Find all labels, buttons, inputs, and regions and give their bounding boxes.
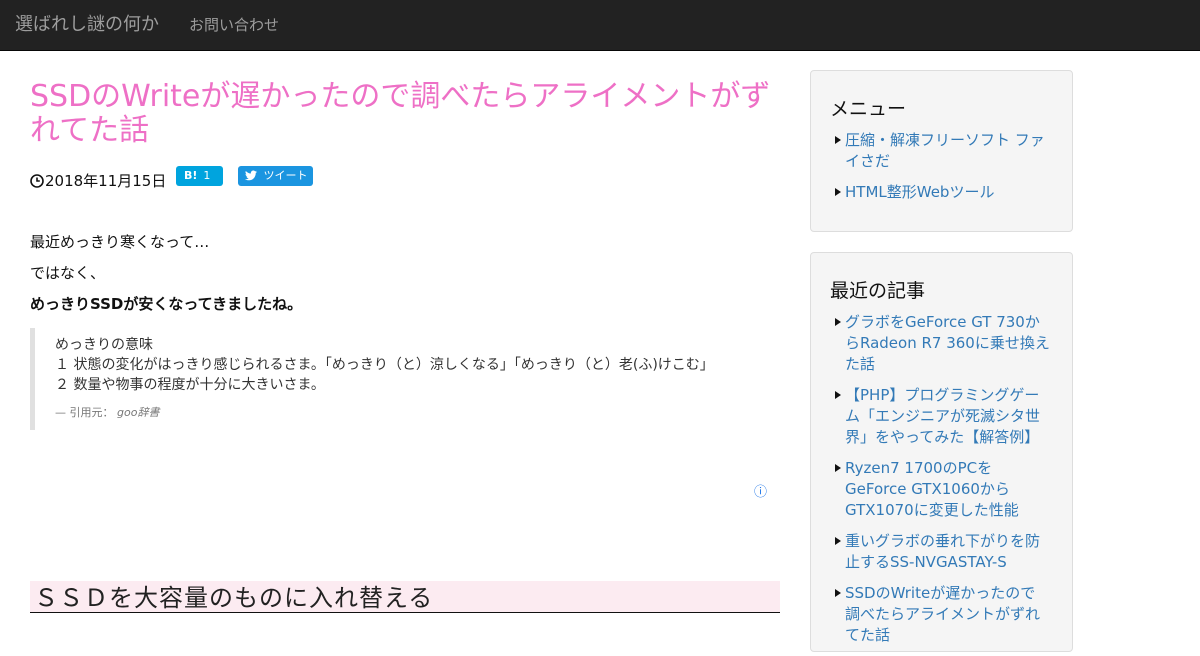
triangle-bullet-icon <box>835 589 841 597</box>
recent-post-link[interactable]: Ryzen7 1700のPCをGeForce GTX1060からGTX1070に… <box>845 459 1019 519</box>
triangle-bullet-icon <box>835 318 841 326</box>
quote-cite-source[interactable]: goo辞書 <box>117 406 159 419</box>
hatena-label: B! <box>184 169 198 182</box>
post-title: SSDのWriteが遅かったので調べたらアライメントがずれてた話 <box>30 79 771 148</box>
recent-post-link[interactable]: SSDのWriteが遅かったので調べたらアライメントがずれてた話 <box>845 584 1040 644</box>
paragraph-1: 最近めっきり寒くなって… <box>30 233 210 251</box>
triangle-bullet-icon <box>835 537 841 545</box>
quote-citation: — 引用元： goo辞書 <box>55 404 780 420</box>
contact-link[interactable]: お問い合わせ <box>189 16 279 34</box>
paragraph-2: ではなく、 <box>30 264 106 282</box>
quote-cite-prefix: — 引用元： <box>55 406 114 419</box>
recent-post-link[interactable]: 【PHP】プログラミングゲーム「エンジニアが死滅シタ世界」をやってみた【解答例】 <box>845 386 1040 446</box>
sidebar-menu-link[interactable]: HTML整形Webツール <box>845 183 994 201</box>
recent-post-item: SSDのWriteが遅かったので調べたらアライメントがずれてた話 <box>835 583 1050 646</box>
recent-post-item: Ryzen7 1700のPCをGeForce GTX1060からGTX1070に… <box>835 458 1050 521</box>
ad-info-icon[interactable]: ⓘ <box>754 481 767 500</box>
recent-post-link[interactable]: 重いグラボの垂れ下がりを防止するSS-NVGASTAY-S <box>845 532 1040 571</box>
triangle-bullet-icon <box>835 188 841 196</box>
quote-line: めっきりの意味 <box>55 337 153 353</box>
dictionary-quote: めっきりの意味 １ 状態の変化がはっきり感じられるさま。「めっきり（と）涼しくな… <box>30 328 780 430</box>
twitter-bird-icon <box>245 169 264 182</box>
recent-post-link[interactable]: グラボをGeForce GT 730からRadeon R7 360に乗せ換えた話 <box>845 313 1050 373</box>
sidebar-recent-list: グラボをGeForce GT 730からRadeon R7 360に乗せ換えた話… <box>835 312 1050 656</box>
sidebar-recent-title: 最近の記事 <box>830 280 926 302</box>
tweet-button[interactable]: ツイート <box>238 166 313 186</box>
site-brand-link[interactable]: 選ばれし謎の何か <box>15 14 159 36</box>
hatena-count: 1 <box>203 169 211 182</box>
post-date-text: 2018年11月15日 <box>45 172 167 190</box>
sidebar-menu-list: 圧縮・解凍フリーソフト ファイさだ HTML整形Webツール <box>835 130 1050 213</box>
quote-line: ２ 数量や物事の程度が十分に大きいさま。 <box>55 377 325 393</box>
recent-post-item: グラボをGeForce GT 730からRadeon R7 360に乗せ換えた話 <box>835 312 1050 375</box>
paragraph-3-bold: めっきりSSDが安くなってきましたね。 <box>30 295 303 313</box>
triangle-bullet-icon <box>835 136 841 144</box>
sidebar-recent-panel: 最近の記事 グラボをGeForce GT 730からRadeon R7 360に… <box>810 252 1073 652</box>
top-navbar: 選ばれし謎の何か お問い合わせ <box>0 0 1200 51</box>
sidebar-menu-item: HTML整形Webツール <box>835 182 1050 203</box>
sidebar-menu-link[interactable]: 圧縮・解凍フリーソフト ファイさだ <box>845 131 1045 170</box>
recent-post-item: 重いグラボの垂れ下がりを防止するSS-NVGASTAY-S <box>835 531 1050 573</box>
triangle-bullet-icon <box>835 391 841 399</box>
clock-icon <box>30 174 44 192</box>
post-meta: 2018年11月15日 B! 1 ツイート <box>30 166 780 190</box>
post-date: 2018年11月15日 <box>30 172 166 192</box>
sidebar-menu-panel: メニュー 圧縮・解凍フリーソフト ファイさだ HTML整形Webツール <box>810 70 1073 232</box>
sidebar-menu-title: メニュー <box>830 98 907 120</box>
section-heading: ＳＳＤを大容量のものに入れ替える <box>30 581 780 613</box>
tweet-label: ツイート <box>263 169 308 182</box>
sidebar-menu-item: 圧縮・解凍フリーソフト ファイさだ <box>835 130 1050 172</box>
hatena-bookmark-button[interactable]: B! 1 <box>176 166 223 186</box>
recent-post-item: 【PHP】プログラミングゲーム「エンジニアが死滅シタ世界」をやってみた【解答例】 <box>835 385 1050 448</box>
quote-line: １ 状態の変化がはっきり感じられるさま。「めっきり（と）涼しくなる」「めっきり（… <box>55 357 714 373</box>
triangle-bullet-icon <box>835 464 841 472</box>
